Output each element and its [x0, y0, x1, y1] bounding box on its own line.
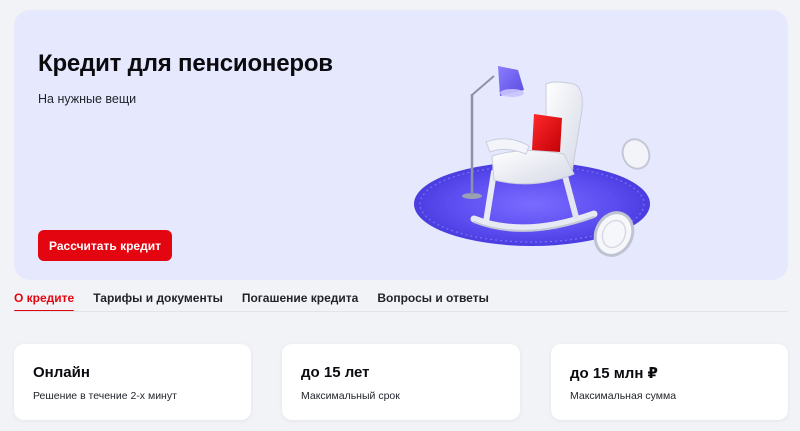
tab-faq[interactable]: Вопросы и ответы — [377, 286, 488, 312]
hero-title: Кредит для пенсионеров — [38, 50, 333, 77]
card-caption: Максимальный срок — [301, 390, 400, 402]
feature-card-amount: до 15 млн ₽ Максимальная сумма — [551, 344, 788, 420]
card-value: Онлайн — [33, 364, 90, 381]
feature-card-term: до 15 лет Максимальный срок — [282, 344, 520, 420]
tabs-bar: О кредите Тарифы и документы Погашение к… — [14, 286, 508, 312]
plate-shape-small — [621, 138, 651, 170]
rocking-chair-illustration — [414, 66, 651, 257]
hero-banner: Кредит для пенсионеров На нужные вещи Ра… — [14, 10, 788, 280]
tab-about-credit[interactable]: О кредите — [14, 286, 75, 312]
hero-subtitle: На нужные вещи — [38, 92, 137, 106]
card-value: до 15 лет — [301, 364, 370, 381]
tabs-divider — [14, 311, 788, 312]
card-caption: Максимальная сумма — [570, 390, 677, 402]
feature-card-online: Онлайн Решение в течение 2-х минут — [14, 344, 251, 420]
tab-credit-repayment[interactable]: Погашение кредита — [242, 286, 359, 312]
tab-tariffs-documents[interactable]: Тарифы и документы — [93, 286, 223, 312]
card-value: до 15 млн ₽ — [570, 365, 658, 382]
card-caption: Решение в течение 2-х минут — [33, 390, 177, 402]
calculate-credit-button[interactable]: Рассчитать кредит — [38, 230, 172, 261]
